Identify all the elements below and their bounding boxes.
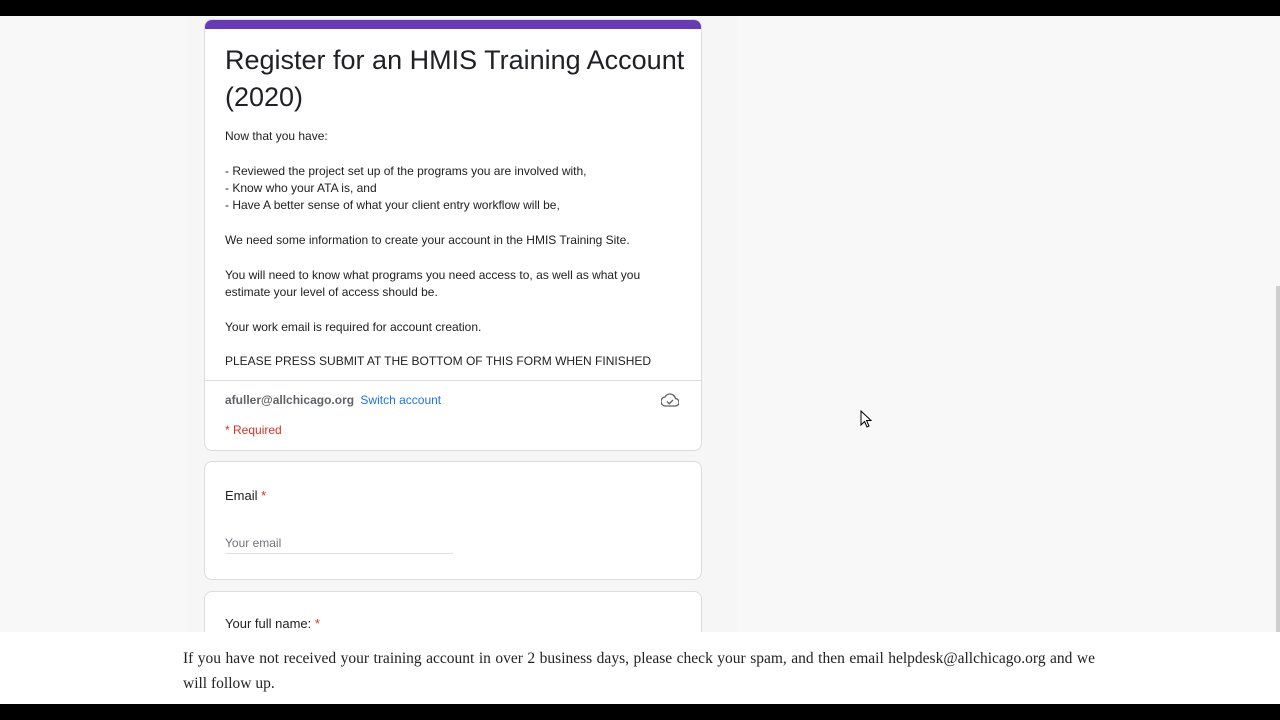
embedded-google-form: Register for an HMIS Training Account (2… — [185, 16, 737, 632]
form-description-bullet: - Know who your ATA is, and — [225, 181, 377, 195]
header-divider — [205, 380, 701, 381]
question-title: Email — [225, 488, 258, 503]
page-viewport: Register for an HMIS Training Account (2… — [0, 16, 1280, 632]
form-accent-bar — [205, 20, 701, 29]
form-description-paragraph: PLEASE PRESS SUBMIT AT THE BOTTOM OF THI… — [225, 354, 652, 368]
form-description-paragraph: Your work email is required for account … — [225, 320, 482, 334]
cloud-check-icon — [661, 393, 679, 407]
form-title: Register for an HMIS Training Account (2… — [225, 45, 685, 112]
form-description-intro: Now that you have: — [225, 129, 328, 143]
question-card-full-name: Your full name: * — [204, 591, 702, 632]
email-input[interactable] — [225, 532, 453, 554]
switch-account-link[interactable]: Switch account — [360, 393, 441, 407]
form-description-bullet: - Have A better sense of what your clien… — [225, 198, 560, 212]
required-note: * Required — [225, 423, 282, 437]
top-black-bar — [0, 0, 1280, 16]
account-email: afuller@allchicago.org — [225, 393, 355, 407]
form-description-paragraph: You will need to know what programs you … — [225, 268, 641, 299]
bottom-black-bar — [0, 704, 1280, 720]
form-description-paragraph: We need some information to create your … — [225, 233, 630, 247]
question-title: Your full name: — [225, 616, 312, 631]
page-scrollbar[interactable] — [1276, 286, 1280, 632]
question-card-email: Email * — [204, 461, 702, 580]
account-row: afuller@allchicago.org Switch account — [225, 392, 441, 409]
question-label-email: Email * — [225, 487, 266, 505]
form-header-card: Register for an HMIS Training Account (2… — [204, 19, 702, 451]
required-asterisk: * — [261, 488, 267, 503]
footer-note: If you have not received your training a… — [183, 646, 1095, 696]
required-asterisk: * — [314, 616, 320, 631]
form-description-bullet: - Reviewed the project set up of the pro… — [225, 164, 587, 178]
question-label-full-name: Your full name: * — [225, 615, 320, 632]
mouse-cursor-icon — [860, 410, 872, 428]
